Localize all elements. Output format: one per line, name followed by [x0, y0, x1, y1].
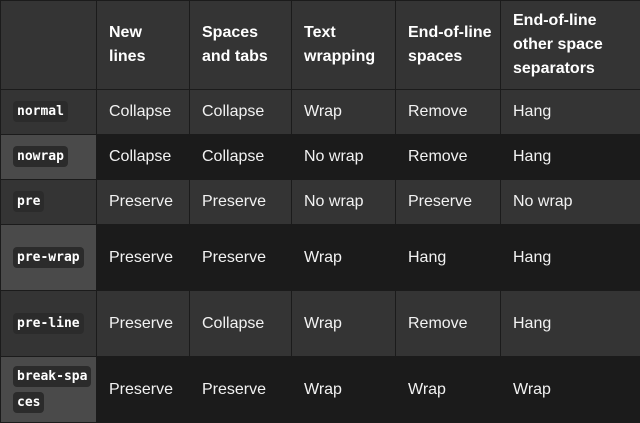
keyword-code: pre: [13, 191, 44, 212]
table-cell: No wrap: [292, 135, 396, 180]
keyword-code: break-spaces: [13, 366, 91, 413]
table-body: normal Collapse Collapse Wrap Remove Han…: [1, 90, 640, 423]
header-end-of-line-spaces: End-of-line spaces: [396, 1, 501, 90]
table-cell: Collapse: [97, 135, 190, 180]
table-cell: Wrap: [292, 357, 396, 423]
table-cell: Preserve: [97, 225, 190, 291]
row-header-pre-line: pre-line: [1, 291, 97, 357]
row-header-break-spaces: break-spaces: [1, 357, 97, 423]
white-space-values-table: New lines Spaces and tabs Text wrapping …: [0, 0, 640, 423]
table-cell: No wrap: [501, 180, 640, 225]
table-cell: Remove: [396, 291, 501, 357]
table-cell: Preserve: [97, 357, 190, 423]
table-cell: Preserve: [190, 357, 292, 423]
table-row: pre-line Preserve Collapse Wrap Remove H…: [1, 291, 640, 357]
table-cell: Hang: [501, 90, 640, 135]
table-cell: Preserve: [396, 180, 501, 225]
table-cell: Remove: [396, 135, 501, 180]
table-cell: Wrap: [292, 291, 396, 357]
table-cell: Wrap: [396, 357, 501, 423]
header-new-lines: New lines: [97, 1, 190, 90]
keyword-code: pre-wrap: [13, 247, 84, 268]
table-row: normal Collapse Collapse Wrap Remove Han…: [1, 90, 640, 135]
table-cell: Wrap: [292, 225, 396, 291]
table-cell: Hang: [396, 225, 501, 291]
table-row: nowrap Collapse Collapse No wrap Remove …: [1, 135, 640, 180]
table-row: pre-wrap Preserve Preserve Wrap Hang Han…: [1, 225, 640, 291]
table-cell: Preserve: [190, 225, 292, 291]
table-cell: Wrap: [292, 90, 396, 135]
row-header-pre: pre: [1, 180, 97, 225]
table-row: break-spaces Preserve Preserve Wrap Wrap…: [1, 357, 640, 423]
header-end-of-line-other-space-separators: End-of-line other space separators: [501, 1, 640, 90]
table-cell: Hang: [501, 225, 640, 291]
table-cell: Remove: [396, 90, 501, 135]
keyword-code: pre-line: [13, 313, 84, 334]
table-cell: Preserve: [97, 180, 190, 225]
row-header-nowrap: nowrap: [1, 135, 97, 180]
row-header-pre-wrap: pre-wrap: [1, 225, 97, 291]
table-cell: Collapse: [190, 291, 292, 357]
header-spaces-and-tabs: Spaces and tabs: [190, 1, 292, 90]
table-cell: Hang: [501, 135, 640, 180]
table-cell: No wrap: [292, 180, 396, 225]
header-row: New lines Spaces and tabs Text wrapping …: [1, 1, 640, 90]
table-cell: Preserve: [97, 291, 190, 357]
keyword-code: nowrap: [13, 146, 68, 167]
table-cell: Collapse: [97, 90, 190, 135]
row-header-normal: normal: [1, 90, 97, 135]
table-row: pre Preserve Preserve No wrap Preserve N…: [1, 180, 640, 225]
table-cell: Collapse: [190, 135, 292, 180]
table-cell: Preserve: [190, 180, 292, 225]
header-corner-cell: [1, 1, 97, 90]
header-text-wrapping: Text wrapping: [292, 1, 396, 90]
keyword-code: normal: [13, 101, 68, 122]
table-header: New lines Spaces and tabs Text wrapping …: [1, 1, 640, 90]
table-cell: Wrap: [501, 357, 640, 423]
table-cell: Hang: [501, 291, 640, 357]
table-cell: Collapse: [190, 90, 292, 135]
